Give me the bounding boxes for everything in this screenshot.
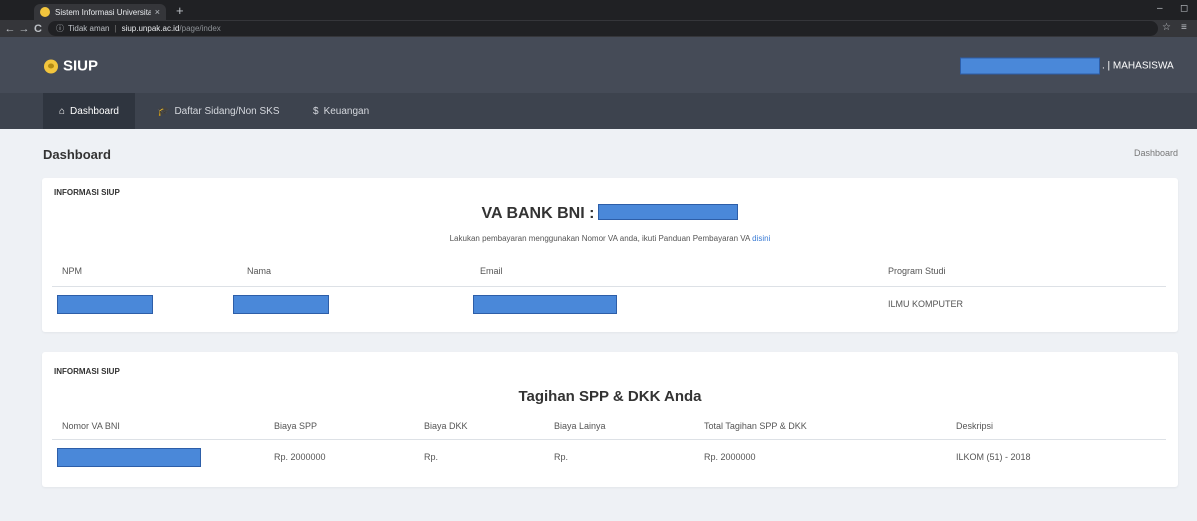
card-label: INFORMASI SIUP xyxy=(54,367,120,376)
breadcrumb[interactable]: Dashboard xyxy=(1134,148,1178,158)
card-label: INFORMASI SIUP xyxy=(54,188,120,197)
app-header: SIUP . | MAHASISWA xyxy=(0,37,1197,93)
browser-toolbar: ← → C ⓘ Tidak aman | siup.unpak.ac.id /p… xyxy=(0,20,1197,37)
redacted-nomor-va xyxy=(57,448,201,467)
redacted-va-number xyxy=(598,203,739,220)
graduation-cap-icon: 🎓 xyxy=(157,105,170,117)
main-menu: ⌂ Dashboard 🎓 Daftar Sidang/Non SKS $ Ke… xyxy=(0,93,1197,129)
user-role[interactable]: . | MAHASISWA xyxy=(1102,61,1174,72)
tab-close-icon[interactable]: × xyxy=(155,7,160,17)
column-header-nomor-va: Nomor VA BNI xyxy=(62,421,120,431)
redacted-nama xyxy=(233,295,329,314)
column-header-email: Email xyxy=(480,266,503,276)
brand[interactable]: SIUP xyxy=(44,58,98,75)
redacted-email xyxy=(473,295,617,314)
payment-note: Lakukan pembayaran menggunakan Nomor VA … xyxy=(42,234,1178,243)
menu-item-dashboard[interactable]: ⌂ Dashboard xyxy=(43,93,135,129)
menu-item-label: Daftar Sidang/Non SKS xyxy=(174,105,280,117)
url-separator: | xyxy=(114,24,117,33)
column-header-nama: Nama xyxy=(247,266,272,276)
new-tab-icon[interactable]: + xyxy=(176,3,184,18)
menu-item-daftar-sidang[interactable]: 🎓 Daftar Sidang/Non SKS xyxy=(141,93,296,129)
page-title: Dashboard xyxy=(43,147,111,162)
menu-item-label: Keuangan xyxy=(323,105,370,117)
payment-note-text: Lakukan pembayaran menggunakan Nomor VA … xyxy=(449,234,750,243)
column-header-total: Total Tagihan SPP & DKK xyxy=(704,421,807,431)
forward-icon[interactable]: → xyxy=(17,23,31,35)
tab-title: Sistem Informasi Universitas Pak xyxy=(55,7,151,17)
biaya-spp-value: Rp. 2000000 xyxy=(274,452,326,462)
redacted-npm xyxy=(57,295,153,314)
tagihan-card: INFORMASI SIUP Tagihan SPP & DKK Anda No… xyxy=(42,352,1178,487)
browser-tab[interactable]: Sistem Informasi Universitas Pak × xyxy=(34,4,166,20)
security-info-icon[interactable]: ⓘ xyxy=(56,23,64,34)
menu-item-label: Dashboard xyxy=(70,105,119,117)
student-table: NPM Nama Email Program Studi ILMU KOMPUT… xyxy=(52,255,1166,321)
table-row: Rp. 2000000 Rp. Rp. Rp. 2000000 ILKOM (5… xyxy=(52,440,1166,476)
column-header-deskripsi: Deskripsi xyxy=(956,421,994,431)
home-icon: ⌂ xyxy=(59,105,66,117)
bookmark-star-icon[interactable]: ☆ xyxy=(1162,22,1171,33)
column-header-biaya-lainya: Biaya Lainya xyxy=(554,421,606,431)
siup-favicon-icon xyxy=(40,7,50,17)
url-host: siup.unpak.ac.id xyxy=(121,24,180,33)
browser-menu-icon[interactable]: ≡ xyxy=(1181,22,1187,33)
money-icon: $ xyxy=(313,105,319,117)
total-value: Rp. 2000000 xyxy=(704,452,756,462)
minimize-icon[interactable]: – xyxy=(1157,3,1163,14)
reload-icon[interactable]: C xyxy=(31,23,45,35)
table-header: NPM Nama Email Program Studi xyxy=(52,255,1166,287)
table-row: ILMU KOMPUTER xyxy=(52,287,1166,321)
column-header-npm: NPM xyxy=(62,266,82,276)
security-label: Tidak aman xyxy=(68,24,110,33)
url-path: /page/index xyxy=(179,24,221,33)
tagihan-table: Nomor VA BNI Biaya SPP Biaya DKK Biaya L… xyxy=(52,411,1166,476)
biaya-dkk-value: Rp. xyxy=(424,452,439,462)
menu-item-keuangan[interactable]: $ Keuangan xyxy=(297,93,385,129)
va-bank-title: VA BANK BNI : xyxy=(42,203,1178,223)
deskripsi-value: ILKOM (51) - 2018 xyxy=(956,452,1031,462)
brand-name: SIUP xyxy=(63,57,99,75)
browser-tabstrip: Sistem Informasi Universitas Pak × + – ◻ xyxy=(0,0,1197,20)
table-header: Nomor VA BNI Biaya SPP Biaya DKK Biaya L… xyxy=(52,411,1166,440)
back-icon[interactable]: ← xyxy=(3,23,17,35)
redacted-username xyxy=(960,57,1100,75)
column-header-program-studi: Program Studi xyxy=(888,266,946,276)
biaya-lainya-value: Rp. xyxy=(554,452,569,462)
restore-icon[interactable]: ◻ xyxy=(1180,3,1188,14)
tagihan-title: Tagihan SPP & DKK Anda xyxy=(518,388,702,405)
siup-logo-icon xyxy=(44,59,58,73)
column-header-biaya-dkk: Biaya DKK xyxy=(424,421,468,431)
va-bank-label: VA BANK BNI : xyxy=(481,205,595,222)
payment-guide-link[interactable]: disini xyxy=(752,234,770,243)
column-header-biaya-spp: Biaya SPP xyxy=(274,421,318,431)
program-studi-value: ILMU KOMPUTER xyxy=(888,299,964,309)
address-bar[interactable]: ⓘ Tidak aman | siup.unpak.ac.id /page/in… xyxy=(48,21,1158,36)
va-info-card: INFORMASI SIUP VA BANK BNI : Lakukan pem… xyxy=(42,178,1178,332)
